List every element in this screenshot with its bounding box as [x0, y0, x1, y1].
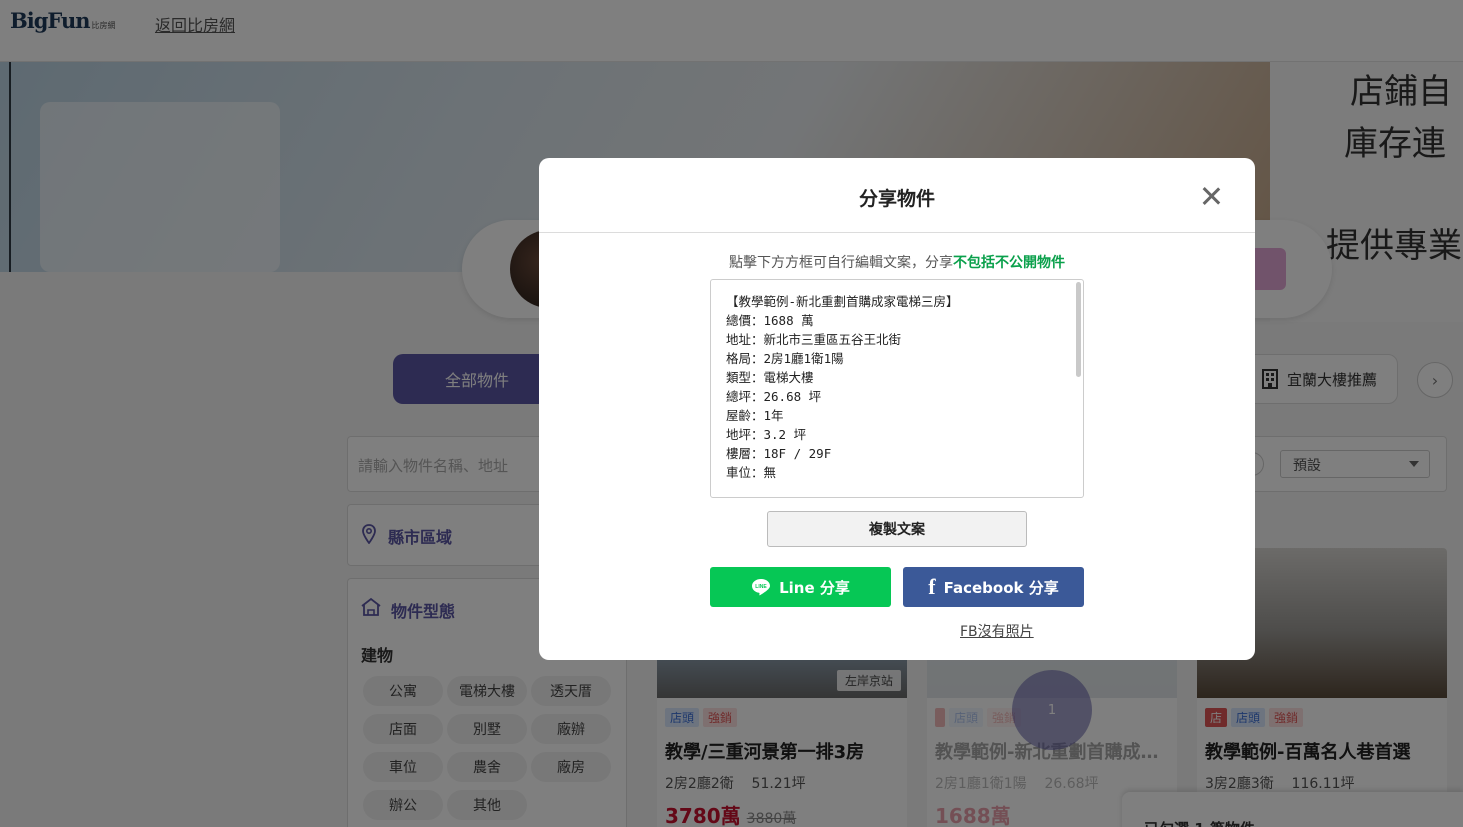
line-icon: LINE [752, 579, 771, 596]
share-listing-modal: 分享物件 點擊下方方框可自行編輯文案，分享不包括不公開物件 【教學範例-新北重劃… [539, 158, 1255, 660]
modal-title: 分享物件 [858, 188, 935, 210]
line-share-label: Line 分享 [779, 578, 850, 597]
share-hint: 點擊下方方框可自行編輯文案，分享不包括不公開物件 [539, 252, 1255, 272]
facebook-icon: f [928, 574, 936, 599]
share-hint-text: 點擊下方方框可自行編輯文案，分享 [729, 255, 953, 271]
fb-no-photo-link[interactable]: FB沒有照片 [960, 621, 1034, 641]
share-hint-highlight: 不包括不公開物件 [953, 255, 1065, 271]
facebook-share-button[interactable]: f Facebook 分享 [903, 567, 1084, 607]
line-share-button[interactable]: LINE Line 分享 [710, 567, 891, 607]
textarea-scrollbar[interactable] [1076, 282, 1081, 377]
facebook-share-label: Facebook 分享 [943, 578, 1059, 597]
share-text-editor[interactable]: 【教學範例-新北重劃首購成家電梯三房】 總價：1688 萬 地址：新北市三重區五… [710, 279, 1084, 498]
svg-text:LINE: LINE [755, 584, 767, 590]
modal-header: 分享物件 [539, 158, 1255, 233]
close-icon[interactable] [1199, 184, 1223, 208]
copy-text-button[interactable]: 複製文案 [767, 511, 1027, 547]
